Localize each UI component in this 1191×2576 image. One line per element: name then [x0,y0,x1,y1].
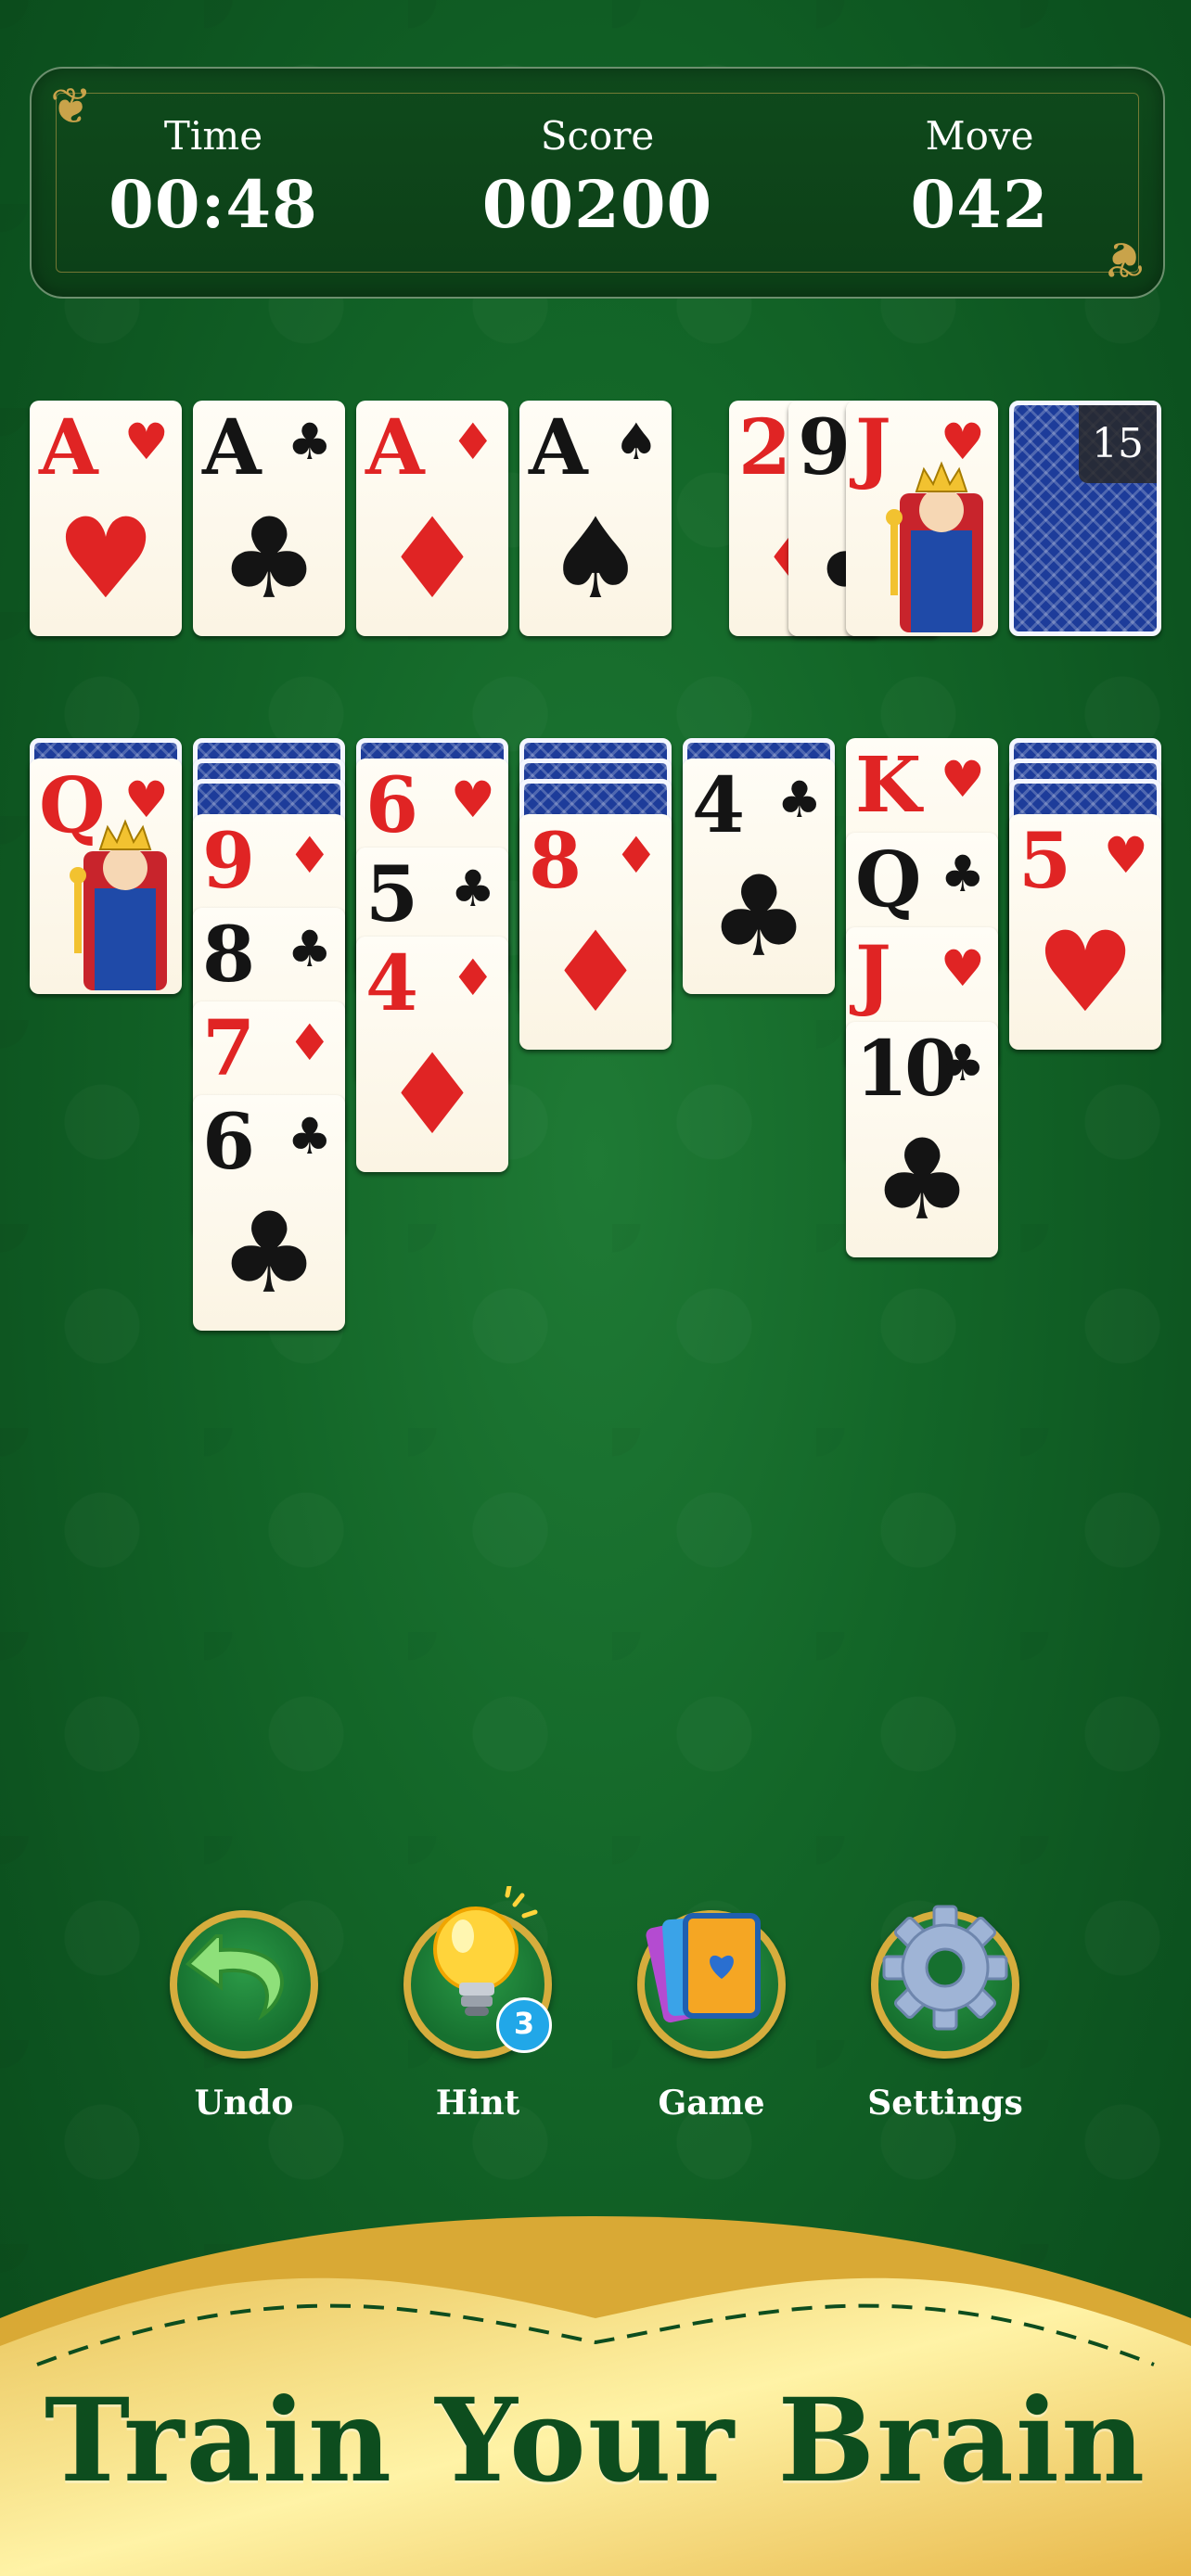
card-rank: J [855,930,891,1019]
game-button-circle[interactable] [637,1910,786,2059]
settings-button-circle[interactable] [871,1905,1019,2059]
card-center-suit-icon: ♣ [219,1190,319,1319]
card-rank: 9 [202,817,255,906]
card-rank: A [529,403,588,492]
undo-button-circle[interactable] [170,1910,318,2059]
stock-count: 15 [1079,405,1157,483]
felt-pattern [0,0,1191,2576]
card-suit-icon: ♣ [450,860,495,918]
score-panel: ❦ ❦ Time 00:48 Score 00200 Move 042 [30,67,1165,299]
jack-portrait-icon [886,461,983,632]
playing-card[interactable]: A ♣ ♣ [193,401,345,636]
card-center-suit-icon: ♣ [709,853,809,982]
banner-title: Train Your Brain [44,2374,1147,2508]
undo-button[interactable]: Undo [142,1910,346,2123]
playing-card[interactable]: 5 ♥ ♥ [1009,814,1161,1050]
card-suit-icon: ♣ [940,1034,985,1092]
card-center-suit-icon: ♦ [545,909,646,1038]
cards-icon [646,1913,761,2023]
card-center-suit-icon: ♣ [219,495,319,624]
move-value: 042 [910,166,1049,243]
card-rank: 6 [202,1098,255,1187]
card-suit-icon: ♣ [287,1107,332,1166]
card-center-suit-icon: ♦ [382,1031,482,1160]
card-suit-icon: ♣ [940,845,985,903]
time-stat: Time 00:48 [74,109,352,247]
card-rank: Q [855,835,921,925]
card-rank: 6 [365,761,418,850]
playing-card[interactable]: Q ♥ [30,759,182,994]
card-rank: 4 [365,939,418,1028]
move-stat: Move 042 [840,109,1119,247]
time-value: 00:48 [109,166,318,243]
card-suit-icon: ♥ [123,413,169,471]
gear-icon [882,1905,1008,2031]
card-rank: 8 [529,817,582,906]
card-suit-icon: ♦ [613,826,659,885]
settings-button[interactable]: Settings [843,1905,1047,2123]
move-label: Move [925,113,1034,159]
playing-card[interactable]: 8 ♦ ♦ [519,814,672,1050]
card-suit-icon: ♥ [940,750,985,809]
card-rank: K [855,741,921,830]
card-center-suit-icon: ♣ [872,1116,972,1245]
queen-portrait-icon [70,819,167,990]
card-rank: 5 [365,850,418,939]
card-suit-icon: ♥ [450,771,495,829]
playing-card[interactable]: A ♦ ♦ [356,401,508,636]
card-rank: 10 [855,1025,957,1114]
card-rank: A [39,403,98,492]
card-center-suit-icon: ♦ [382,495,482,624]
card-rank: 7 [202,1004,255,1093]
card-suit-icon: ♦ [450,413,495,471]
playing-card[interactable]: 4 ♣ ♣ [683,759,835,994]
card-center-suit-icon: ♠ [545,495,646,624]
card-suit-icon: ♦ [450,949,495,1007]
card-suit-icon: ♣ [776,771,822,829]
score-label: Score [540,113,655,159]
stock-pile[interactable]: 15 [1009,401,1161,636]
playing-card[interactable]: 10 ♣ ♣ [846,1022,998,1257]
game-button[interactable]: Game [609,1910,813,2123]
hint-label: Hint [435,2084,520,2123]
time-label: Time [163,113,263,159]
playing-card[interactable]: A ♠ ♠ [519,401,672,636]
playing-card[interactable]: 4 ♦ ♦ [356,937,508,1172]
score-stat: Score 00200 [458,109,736,247]
card-rank: A [365,403,425,492]
game-label: Game [658,2084,765,2123]
card-suit-icon: ♣ [287,413,332,471]
playing-card[interactable]: J ♥ [846,401,998,636]
playing-card[interactable]: 6 ♣ ♣ [193,1095,345,1331]
card-suit-icon: ♠ [613,413,659,471]
hint-button[interactable]: 3 Hint [376,1886,580,2123]
card-rank: 8 [202,911,255,1000]
card-rank: 4 [692,761,745,850]
hint-count-badge: 3 [496,1997,552,2053]
card-suit-icon: ♣ [287,920,332,978]
card-center-suit-icon: ♥ [56,495,156,624]
playing-card[interactable]: A ♥ ♥ [30,401,182,636]
hint-button-circle[interactable]: 3 [403,1886,552,2059]
score-value: 00200 [481,166,713,243]
card-suit-icon: ♦ [287,826,332,885]
card-rank: 5 [1018,817,1071,906]
card-suit-icon: ♥ [940,939,985,998]
card-suit-icon: ♥ [1103,826,1148,885]
undo-arrow-icon [185,1934,284,2021]
settings-label: Settings [867,2084,1023,2123]
card-rank: A [202,403,262,492]
undo-label: Undo [194,2084,294,2123]
card-rank: 9 [798,403,851,492]
card-center-suit-icon: ♥ [1035,909,1135,1038]
card-suit-icon: ♦ [287,1014,332,1072]
card-rank: 2 [738,403,791,492]
